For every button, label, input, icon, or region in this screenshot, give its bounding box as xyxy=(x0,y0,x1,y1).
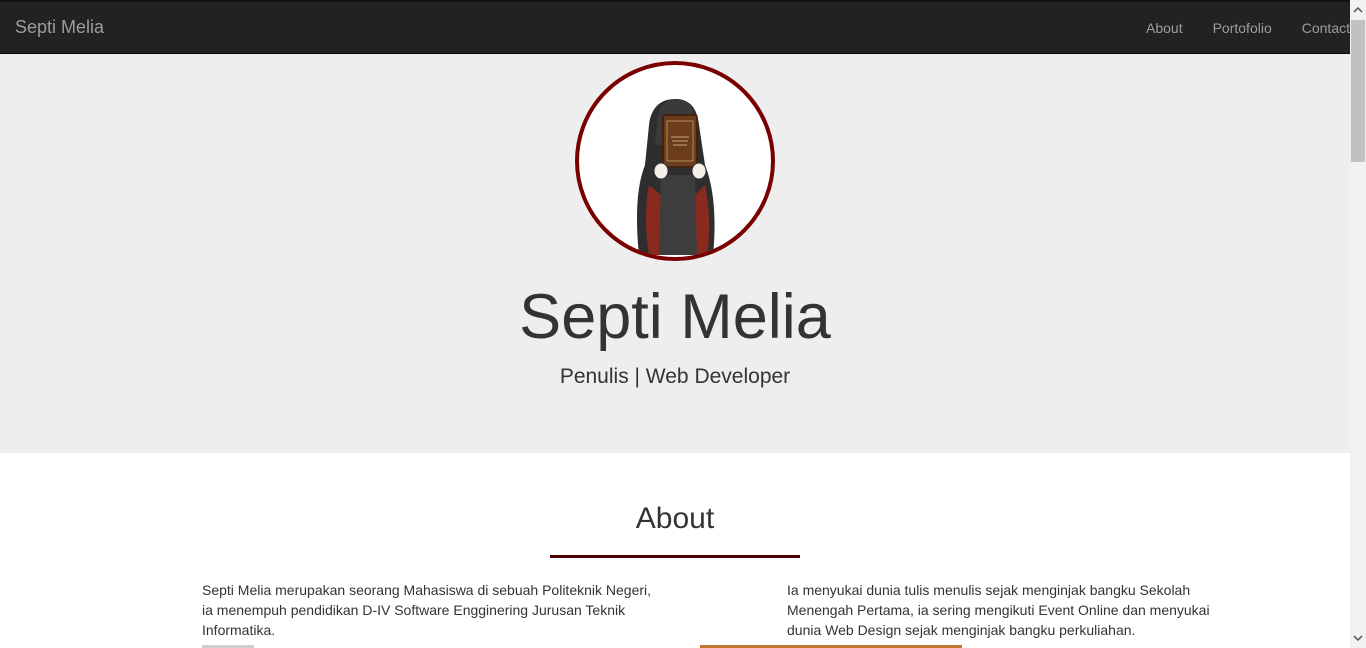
nav-links: About Portofolio Contact xyxy=(1131,2,1350,54)
nav-link-about[interactable]: About xyxy=(1131,2,1198,54)
about-divider xyxy=(550,555,800,558)
profile-avatar xyxy=(575,61,775,261)
nav-link-portofolio[interactable]: Portofolio xyxy=(1198,2,1287,54)
about-text-left: Septi Melia merupakan seorang Mahasiswa … xyxy=(202,582,652,638)
scrollbar-thumb[interactable] xyxy=(1351,20,1365,162)
nav-link-contact[interactable]: Contact xyxy=(1287,2,1350,54)
navbar: Septi Melia About Portofolio Contact xyxy=(0,0,1350,54)
page-scrollbar[interactable] xyxy=(1350,0,1366,648)
about-text-right: Ia menyukai dunia tulis menulis sejak me… xyxy=(787,582,1210,638)
scroll-down-arrow-icon[interactable] xyxy=(1350,630,1366,646)
about-title: About xyxy=(635,502,715,535)
hero-name: Septi Melia xyxy=(519,282,831,352)
scroll-up-arrow-icon[interactable] xyxy=(1350,2,1366,18)
navbar-brand[interactable]: Septi Melia xyxy=(15,17,104,37)
hero-section: Septi Melia Penulis | Web Developer xyxy=(0,54,1350,453)
hijab-girl-icon xyxy=(637,99,715,255)
hero-tagline: Penulis | Web Developer xyxy=(559,365,791,388)
